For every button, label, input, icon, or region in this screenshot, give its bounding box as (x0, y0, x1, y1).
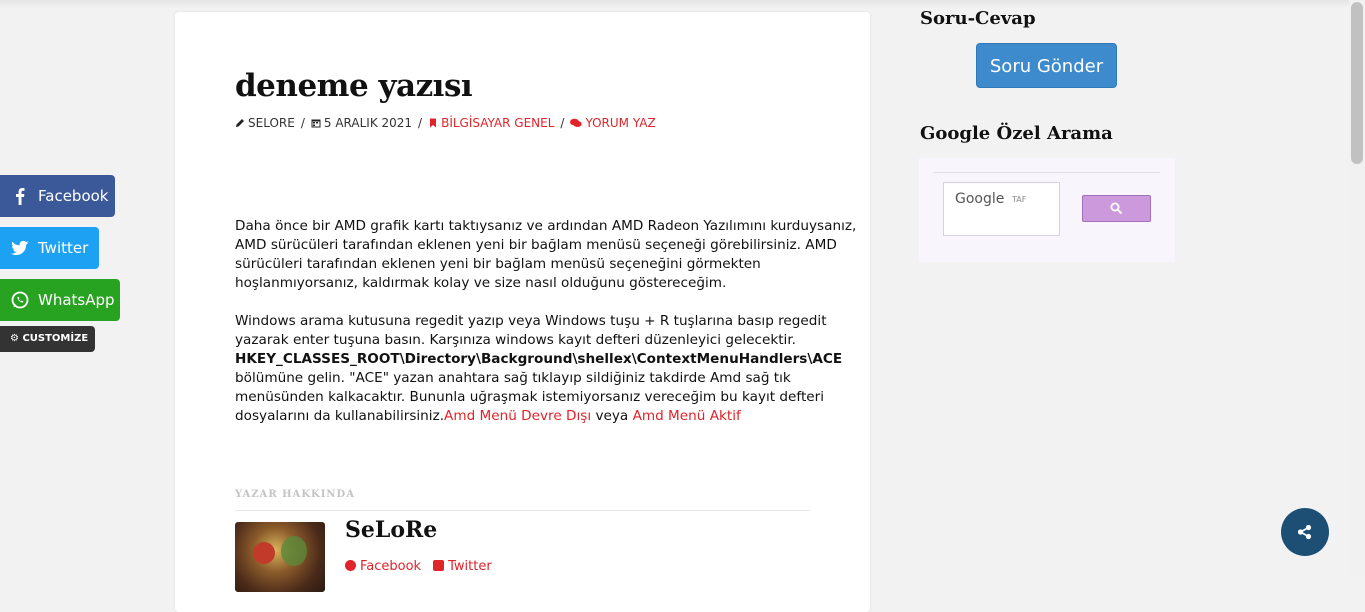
meta-separator: / (560, 116, 565, 130)
top-shadow (0, 0, 1349, 8)
post-meta: SELORE / 5 ARALIK 2021 / BİLGİSAYAR GENEL / YO… (235, 116, 656, 130)
post-paragraph: Daha önce bir AMD grafik kartı taktıysan… (235, 218, 857, 291)
amd-menu-disable-link[interactable]: Amd Menü Devre Dışı (444, 408, 591, 424)
customize-label: CUSTOMİZE (22, 333, 89, 344)
post-date: 5 ARALIK 2021 (323, 116, 413, 130)
pencil-icon (236, 119, 244, 127)
bookmark-icon (430, 118, 437, 128)
author-social-links: Facebook Twitter (345, 559, 492, 574)
post-title: deneme yazısı (235, 68, 473, 104)
meta-separator: / (418, 116, 423, 130)
whatsapp-icon (11, 291, 29, 309)
page-scrollbar[interactable] (1349, 0, 1365, 576)
search-icon (1110, 202, 1123, 215)
calendar-icon (311, 119, 321, 128)
customize-button[interactable]: ⚙ CUSTOMİZE (0, 326, 95, 352)
share-facebook-label: Facebook (38, 187, 109, 205)
send-question-button[interactable]: Soru Gönder (976, 43, 1117, 88)
twitter-icon (11, 240, 29, 255)
author-twitter-link[interactable]: Twitter (448, 559, 492, 574)
author-name[interactable]: SeLoRe (345, 517, 437, 543)
author-avatar (235, 522, 325, 592)
gear-icon: ⚙ (10, 333, 19, 344)
share-whatsapp-button[interactable]: WhatsApp (0, 279, 120, 321)
amd-menu-enable-link[interactable]: Amd Menü Aktif (633, 408, 741, 424)
author-box-heading: YAZAR HAKKINDA (235, 489, 355, 500)
divider (933, 172, 1160, 173)
post-comment-link[interactable]: YORUM YAZ (585, 116, 655, 130)
divider (235, 510, 810, 511)
share-whatsapp-label: WhatsApp (38, 291, 115, 309)
comments-icon (570, 118, 583, 127)
facebook-icon (16, 188, 25, 205)
qa-widget-title: Soru-Cevap (920, 8, 1036, 29)
share-icon (1297, 524, 1312, 540)
search-button[interactable] (1082, 195, 1151, 222)
post-category-link[interactable]: BİLGİSAYAR GENEL (441, 116, 554, 130)
post-author[interactable]: SELORE (248, 116, 295, 130)
article-card: deneme yazısı SELORE / 5 ARALIK 2021 / BİLGİ… (175, 12, 870, 612)
scrollbar-thumb[interactable] (1351, 2, 1363, 164)
search-input[interactable]: Google TAF (943, 182, 1060, 236)
share-twitter-button[interactable]: Twitter (0, 227, 99, 269)
search-widget-title: Google Özel Arama (920, 123, 1113, 144)
twitter-icon (433, 560, 445, 571)
facebook-icon (345, 560, 356, 571)
meta-separator: / (300, 116, 305, 130)
paragraph-text: Windows arama kutusuna regedit yazıp vey… (235, 313, 827, 348)
link-separator: veya (591, 408, 633, 424)
google-search-widget: Google TAF (919, 158, 1175, 262)
share-twitter-label: Twitter (38, 239, 89, 257)
share-fab-button[interactable] (1281, 508, 1329, 556)
post-paragraph: Windows arama kutusuna regedit yazıp vey… (235, 312, 865, 426)
google-logo: Google (955, 191, 1005, 207)
registry-key: HKEY_CLASSES_ROOT\Directory\Background\s… (235, 351, 843, 367)
search-placeholder: TAF (1012, 195, 1027, 204)
post-body: Daha önce bir AMD grafik kartı taktıysan… (235, 217, 865, 445)
share-facebook-button[interactable]: Facebook (0, 175, 115, 217)
author-facebook-link[interactable]: Facebook (360, 559, 421, 574)
